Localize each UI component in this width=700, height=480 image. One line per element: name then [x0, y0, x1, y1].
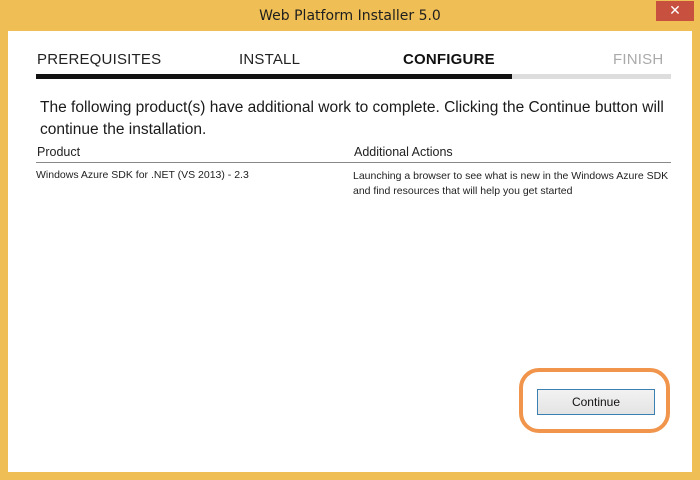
progress-track — [36, 74, 671, 79]
continue-button[interactable]: Continue — [537, 389, 655, 415]
product-name: Windows Azure SDK for .NET (VS 2013) - 2… — [36, 169, 249, 181]
step-install: INSTALL — [239, 51, 301, 68]
title-bar[interactable]: Web Platform Installer 5.0 ✕ — [0, 0, 700, 31]
wizard-steps: PREREQUISITES INSTALL CONFIGURE FINISH — [36, 49, 671, 79]
header-product: Product — [37, 145, 81, 159]
window-title: Web Platform Installer 5.0 — [259, 8, 441, 24]
progress-fill — [36, 74, 513, 79]
products-table: Product Additional Actions Windows Azure… — [36, 144, 671, 203]
step-configure: CONFIGURE — [403, 51, 495, 68]
instruction-text: The following product(s) have additional… — [40, 99, 664, 138]
product-action: Launching a browser to see what is new i… — [353, 170, 669, 197]
close-button[interactable]: ✕ — [656, 1, 694, 21]
step-prerequisites: PREREQUISITES — [37, 51, 162, 68]
header-additional-actions: Additional Actions — [354, 145, 453, 159]
table-row[interactable]: Windows Azure SDK for .NET (VS 2013) - 2… — [36, 163, 671, 203]
installer-window: Web Platform Installer 5.0 ✕ PREREQUISIT… — [0, 0, 700, 480]
step-finish: FINISH — [613, 51, 664, 68]
table-header: Product Additional Actions — [36, 144, 671, 163]
close-icon: ✕ — [669, 3, 681, 19]
